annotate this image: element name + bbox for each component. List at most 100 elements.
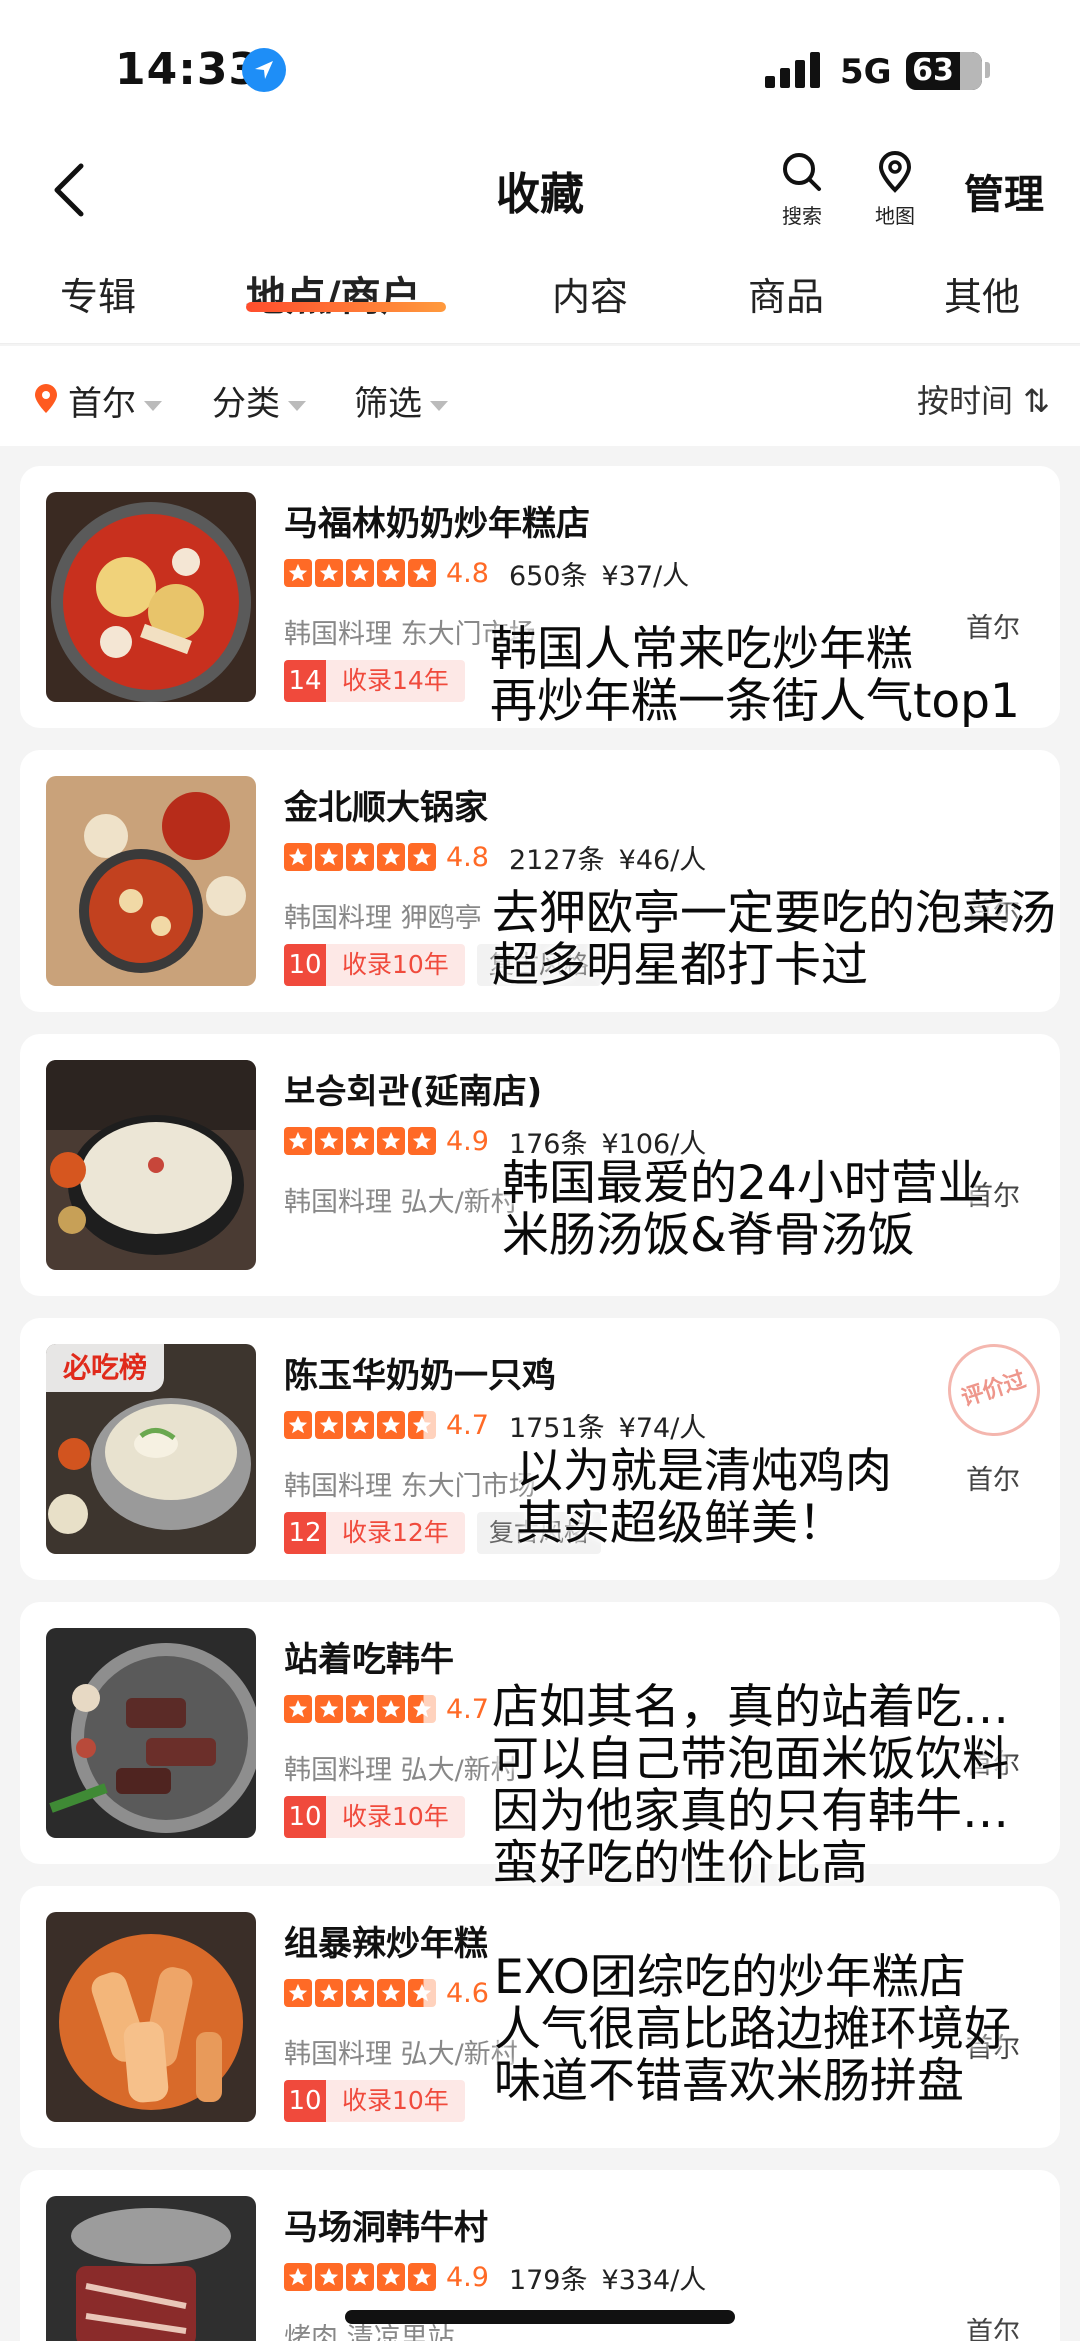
merchant-rating: 4.8 650条 ¥37/人 (284, 557, 689, 592)
reviewed-stamp: 评价过 (936, 1332, 1052, 1448)
collection-years-tag: 10 收录10年 (284, 944, 465, 986)
merchant-rating: 4.8 2127条 ¥46/人 (284, 841, 706, 876)
tag-number: 10 (284, 2080, 326, 2122)
tab-content[interactable]: 内容 (552, 266, 628, 321)
tab-products[interactable]: 商品 (748, 266, 824, 321)
tag-row: 14 收录14年 (284, 660, 465, 702)
tag-text: 收录10年 (326, 2080, 465, 2122)
overlay-note-line: 蛮好吃的性价比高 (492, 1836, 868, 1891)
overlay-note: 韩国人常来吃炒年糕 再炒年糕一条街人气top1 (490, 624, 1020, 728)
overlay-note-line: 人气很高比路边摊环境好 (494, 2002, 1011, 2057)
merchant-category: 韩国料理 东大门市场 (284, 1471, 536, 1502)
tag-row: 10 收录10年 (284, 2080, 465, 2122)
battery-level: 63 (912, 53, 954, 88)
merchant-category: 韩国料理 弘大/新村 (284, 1187, 518, 1218)
merchant-name: 金北顺大锅家 (284, 788, 488, 828)
avg-price: ¥46/人 (618, 844, 707, 876)
merchant-name: 马福林奶奶炒年糕店 (284, 504, 590, 544)
rating-score: 4.8 (446, 841, 489, 873)
merchant-category: 韩国料理 弘大/新村 (284, 1755, 518, 1786)
collection-years-tag: 10 收录10年 (284, 1796, 465, 1838)
star-rating-icon (284, 843, 436, 871)
overlay-note-line: 店如其名，真的站着吃… (492, 1680, 1009, 1735)
overlay-note: 韩国最爱的24小时营业 米肠汤饭&脊骨汤饭 (502, 1158, 985, 1262)
active-tab-indicator (246, 302, 446, 312)
rating-score: 4.7 (446, 1409, 489, 1441)
collection-years-tag: 10 收录10年 (284, 2080, 465, 2122)
merchant-photo (46, 1912, 256, 2122)
tag-number: 10 (284, 944, 326, 986)
overlay-note-line: 超多明星都打卡过 (492, 938, 868, 993)
tag-text: 收录10年 (326, 944, 465, 986)
star-rating-icon (284, 2263, 436, 2291)
avg-price: ¥74/人 (618, 1412, 707, 1444)
merchant-category: 韩国料理 弘大/新村 (284, 2039, 518, 2070)
rating-score: 4.7 (446, 1693, 489, 1725)
rating-score: 4.8 (446, 557, 489, 589)
overlay-note-line: EXO团综吃的炒年糕店 (494, 1950, 966, 2005)
merchant-photo: 必吃榜 (46, 1344, 256, 1554)
tag-number: 12 (284, 1512, 326, 1554)
manage-button[interactable]: 管理 (964, 162, 1044, 220)
home-indicator[interactable] (345, 2310, 735, 2324)
review-count: 650条 (508, 560, 588, 592)
sort-by-time-button[interactable]: 按时间 ⇅ (917, 376, 1050, 422)
map-pin-icon (878, 151, 912, 193)
merchant-city: 首尔 (966, 2317, 1020, 2341)
caret-down-icon (430, 400, 448, 411)
overlay-note: EXO团综吃的炒年糕店 人气很高比路边摊环境好 味道不错喜欢米肠拼盘 (494, 1952, 1011, 2108)
merchant-photo (46, 1628, 256, 1838)
cellular-signal-icon (765, 52, 825, 88)
star-rating-icon (284, 1979, 436, 2007)
tag-text: 收录10年 (326, 1796, 465, 1838)
category-filter[interactable]: 分类 (212, 376, 306, 425)
overlay-note-line: 因为他家真的只有韩牛… (492, 1784, 1009, 1839)
star-rating-icon (284, 1127, 436, 1155)
tag-number: 14 (284, 660, 326, 702)
city-filter[interactable]: 首尔 (68, 376, 162, 425)
collection-years-tag: 12 收录12年 (284, 1512, 465, 1554)
merchant-name: 组暴辣炒年糕 (284, 1924, 488, 1964)
merchant-photo (46, 492, 256, 702)
tag-text: 收录14年 (326, 660, 465, 702)
filter-bar: 首尔 分类 筛选 按时间 ⇅ (0, 346, 1080, 446)
search-label: 搜索 (782, 204, 822, 228)
star-rating-icon (284, 559, 436, 587)
review-count: 176条 (508, 1128, 588, 1160)
overlay-note-line: 味道不错喜欢米肠拼盘 (494, 2054, 964, 2109)
star-rating-icon (284, 1695, 436, 1723)
merchant-rating: 4.9 179条 ¥334/人 (284, 2261, 706, 2296)
tab-other[interactable]: 其他 (944, 266, 1020, 321)
screen-filter[interactable]: 筛选 (354, 376, 448, 425)
avg-price: ¥106/人 (601, 1128, 707, 1160)
screen-filter-label: 筛选 (354, 384, 422, 424)
collection-years-tag: 14 收录14年 (284, 660, 465, 702)
tab-places-merchants[interactable]: 地点/商户 (246, 264, 421, 322)
overlay-note: 店如其名，真的站着吃… 可以自己带泡面米饭饮料 因为他家真的只有韩牛… 蛮好吃的… (492, 1682, 1009, 1890)
caret-down-icon (144, 400, 162, 411)
tag-number: 10 (284, 1796, 326, 1838)
merchant-city: 首尔 (966, 1465, 1020, 1496)
map-button[interactable]: 地图 (855, 150, 935, 229)
category-tabs: 专辑 地点/商户 内容 商品 其他 (0, 240, 1080, 344)
review-count: 179条 (508, 2264, 588, 2296)
overlay-note-line: 再炒年糕一条街人气top1 (490, 674, 1020, 729)
merchant-rating: 4.7 (284, 1693, 489, 1725)
merchant-rating: 4.6 (284, 1978, 489, 2009)
avg-price: ¥37/人 (601, 560, 690, 592)
review-count: 1751条 (508, 1412, 605, 1444)
search-icon (783, 153, 821, 191)
must-eat-badge: 必吃榜 (46, 1344, 164, 1392)
city-filter-label: 首尔 (68, 384, 136, 424)
search-button[interactable]: 搜索 (762, 150, 842, 229)
location-arrow-icon (242, 48, 286, 92)
overlay-note: 去狎欧亭一定要吃的泡菜汤 超多明星都打卡过 (492, 888, 1056, 992)
merchant-name: 站着吃韩牛 (284, 1640, 454, 1680)
avg-price: ¥334/人 (601, 2264, 707, 2296)
star-rating-icon (284, 1411, 436, 1439)
rating-score: 4.9 (446, 2261, 489, 2293)
tab-albums[interactable]: 专辑 (60, 266, 136, 321)
nav-bar: 收藏 搜索 地图 管理 (0, 140, 1080, 240)
overlay-note-line: 以为就是清炖鸡肉 (516, 1444, 892, 1499)
overlay-note-line: 韩国最爱的24小时营业 (502, 1156, 985, 1211)
